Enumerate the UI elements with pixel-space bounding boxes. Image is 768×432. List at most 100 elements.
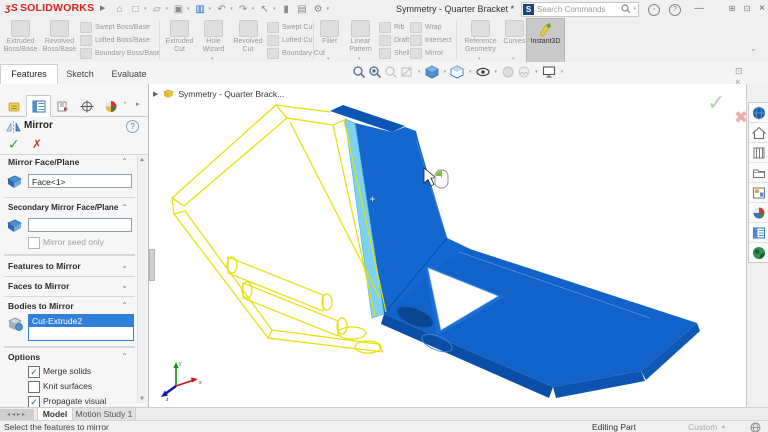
- help-icon[interactable]: ?: [669, 4, 681, 16]
- tab-features[interactable]: Features: [0, 64, 58, 85]
- lofted-boss-base-button[interactable]: Lofted Boss/Base: [80, 34, 160, 46]
- save-icon[interactable]: ▣: [171, 3, 186, 16]
- cascade-button[interactable]: ⊞: [725, 2, 739, 15]
- intersect-button[interactable]: Intersect: [410, 34, 452, 46]
- boundary-boss-base-button[interactable]: Boundary Boss/Base: [80, 47, 160, 59]
- custom-properties-icon[interactable]: [749, 223, 768, 243]
- expand-chevron-icon[interactable]: ⌄: [121, 261, 128, 270]
- display-manager-tab[interactable]: [98, 95, 123, 117]
- view-orientation-icon[interactable]: [425, 65, 440, 79]
- collapse-chevron-icon[interactable]: ⌃: [121, 352, 128, 361]
- pm-scrollbar[interactable]: ▲ ▼: [137, 156, 147, 403]
- confirm-ok-icon[interactable]: ✓: [707, 90, 725, 116]
- list-item-selected[interactable]: Cut-Extrude2: [29, 315, 133, 327]
- graphics-viewport[interactable]: y x z ▶ Symmetry - Quarter Brack... ✓ ✖: [149, 84, 746, 407]
- mirror-seed-only-checkbox[interactable]: [28, 237, 40, 249]
- confirm-cancel-icon[interactable]: ✖: [734, 108, 746, 128]
- expand-chevron-icon[interactable]: ⌄: [121, 281, 128, 290]
- tab-evaluate[interactable]: Evaluate: [102, 64, 156, 85]
- configuration-manager-tab[interactable]: [50, 95, 75, 117]
- status-globe-icon[interactable]: [750, 422, 761, 432]
- file-properties-icon[interactable]: ▤: [295, 3, 310, 16]
- section-view-icon[interactable]: [400, 65, 414, 79]
- section-bodies-to-mirror[interactable]: Bodies to Mirror⌃: [0, 300, 138, 314]
- mirror-face-input[interactable]: Face<1>: [28, 174, 132, 188]
- panel-splitter-handle[interactable]: [149, 249, 155, 281]
- section-faces-to-mirror[interactable]: Faces to Mirror⌄: [0, 280, 138, 294]
- pm-tabs-next-arrow[interactable]: ▸: [136, 100, 140, 108]
- section-options[interactable]: Options⌃: [0, 351, 138, 365]
- zoom-to-area-icon[interactable]: [368, 65, 382, 79]
- design-library-icon[interactable]: [749, 143, 768, 163]
- knit-surfaces-checkbox[interactable]: [28, 381, 40, 393]
- view-settings-icon[interactable]: [542, 65, 557, 79]
- ribbon-collapse-icon[interactable]: ⌃: [750, 48, 757, 57]
- collapse-chevron-icon[interactable]: ⌃: [121, 301, 128, 310]
- collapse-chevron-icon[interactable]: ⌃: [121, 157, 128, 166]
- new-file-icon[interactable]: □: [128, 3, 143, 16]
- options-gear-icon[interactable]: ⚙: [311, 3, 326, 16]
- view-palette-icon[interactable]: [749, 183, 768, 203]
- draft-button[interactable]: Draft: [379, 34, 410, 46]
- fillet-button[interactable]: Fillet: [316, 20, 343, 46]
- redo-icon[interactable]: ↷: [236, 3, 251, 16]
- pm-help-icon[interactable]: ?: [126, 120, 139, 133]
- mirror-button[interactable]: Mirror: [410, 47, 452, 59]
- secondary-mirror-face-input[interactable]: [28, 218, 132, 232]
- curves-button[interactable]: Curves: [503, 20, 526, 46]
- search-icon[interactable]: [621, 4, 631, 14]
- print-icon[interactable]: ▥: [193, 3, 208, 16]
- display-style-icon[interactable]: [450, 65, 465, 79]
- search-dropdown-caret[interactable]: ▾: [633, 6, 636, 12]
- extruded-cut-button[interactable]: ExtrudedCut: [163, 20, 196, 54]
- select-icon[interactable]: ↖: [257, 3, 272, 16]
- user-account-icon[interactable]: ◦: [648, 4, 660, 16]
- reference-geometry-button[interactable]: ReferenceGeometry: [459, 20, 502, 54]
- shell-button[interactable]: Shell: [379, 47, 410, 59]
- breadcrumb[interactable]: ▶ Symmetry - Quarter Brack...: [153, 88, 284, 99]
- section-mirror-face[interactable]: Mirror Face/Plane⌃: [0, 156, 138, 170]
- previous-view-icon[interactable]: [384, 65, 398, 79]
- wrap-button[interactable]: Wrap: [410, 21, 452, 33]
- collapse-chevron-icon[interactable]: ⌃: [121, 203, 128, 212]
- section-features-to-mirror[interactable]: Features to Mirror⌄: [0, 260, 138, 274]
- hide-show-items-icon[interactable]: [476, 65, 491, 79]
- minimize-button[interactable]: —: [692, 2, 706, 15]
- apply-scene-icon[interactable]: [517, 65, 531, 79]
- search-commands-box[interactable]: S Search Commands ▾: [521, 2, 639, 17]
- scroll-down-icon[interactable]: ▼: [139, 396, 145, 402]
- edit-appearance-icon[interactable]: [501, 65, 515, 79]
- feature-manager-tree-tab[interactable]: [2, 95, 27, 117]
- appearances-scenes-icon[interactable]: [749, 203, 768, 223]
- boundary-cut-button[interactable]: Boundary Cut: [267, 47, 325, 59]
- file-explorer-icon[interactable]: [749, 163, 768, 183]
- solidworks-forum-icon[interactable]: [749, 243, 768, 262]
- section-secondary-mirror-face[interactable]: Secondary Mirror Face/Plane⌃: [0, 202, 138, 216]
- tab-sketch[interactable]: Sketch: [57, 64, 103, 85]
- close-button[interactable]: ×: [755, 2, 768, 15]
- marketplace-icon[interactable]: [749, 103, 768, 123]
- pm-ok-button[interactable]: ✓: [8, 136, 20, 153]
- scroll-up-icon[interactable]: ▲: [139, 157, 145, 163]
- open-file-icon[interactable]: ▱: [150, 3, 165, 16]
- hole-wizard-button[interactable]: HoleWizard: [197, 20, 230, 54]
- home-icon[interactable]: ⌂: [112, 3, 127, 16]
- home-resources-icon[interactable]: [749, 123, 768, 143]
- bodies-to-mirror-list[interactable]: Cut-Extrude2: [28, 314, 134, 341]
- rib-button[interactable]: Rib: [379, 21, 410, 33]
- rebuild-icon[interactable]: ▮: [279, 3, 294, 16]
- merge-solids-checkbox[interactable]: ✓: [28, 366, 40, 378]
- swept-boss-base-button[interactable]: Swept Boss/Base: [80, 21, 160, 33]
- units-caret-icon[interactable]: ▴: [722, 423, 725, 430]
- instant3d-button[interactable]: Instant3D: [526, 18, 565, 64]
- linear-pattern-button[interactable]: LinearPattern: [345, 20, 376, 54]
- revolved-cut-button[interactable]: RevolvedCut: [231, 20, 265, 54]
- pm-tabs-overflow-dot[interactable]: •: [124, 101, 126, 107]
- breadcrumb-expand-icon[interactable]: ▶: [153, 90, 158, 98]
- zoom-to-fit-icon[interactable]: [352, 65, 366, 79]
- pm-cancel-button[interactable]: ✗: [32, 137, 42, 151]
- extruded-boss-base-button[interactable]: ExtrudedBoss/Base: [2, 20, 39, 54]
- undo-icon[interactable]: ↶: [214, 3, 229, 16]
- dimxpert-manager-tab[interactable]: [74, 95, 99, 117]
- restore-button[interactable]: ⊡: [740, 2, 754, 15]
